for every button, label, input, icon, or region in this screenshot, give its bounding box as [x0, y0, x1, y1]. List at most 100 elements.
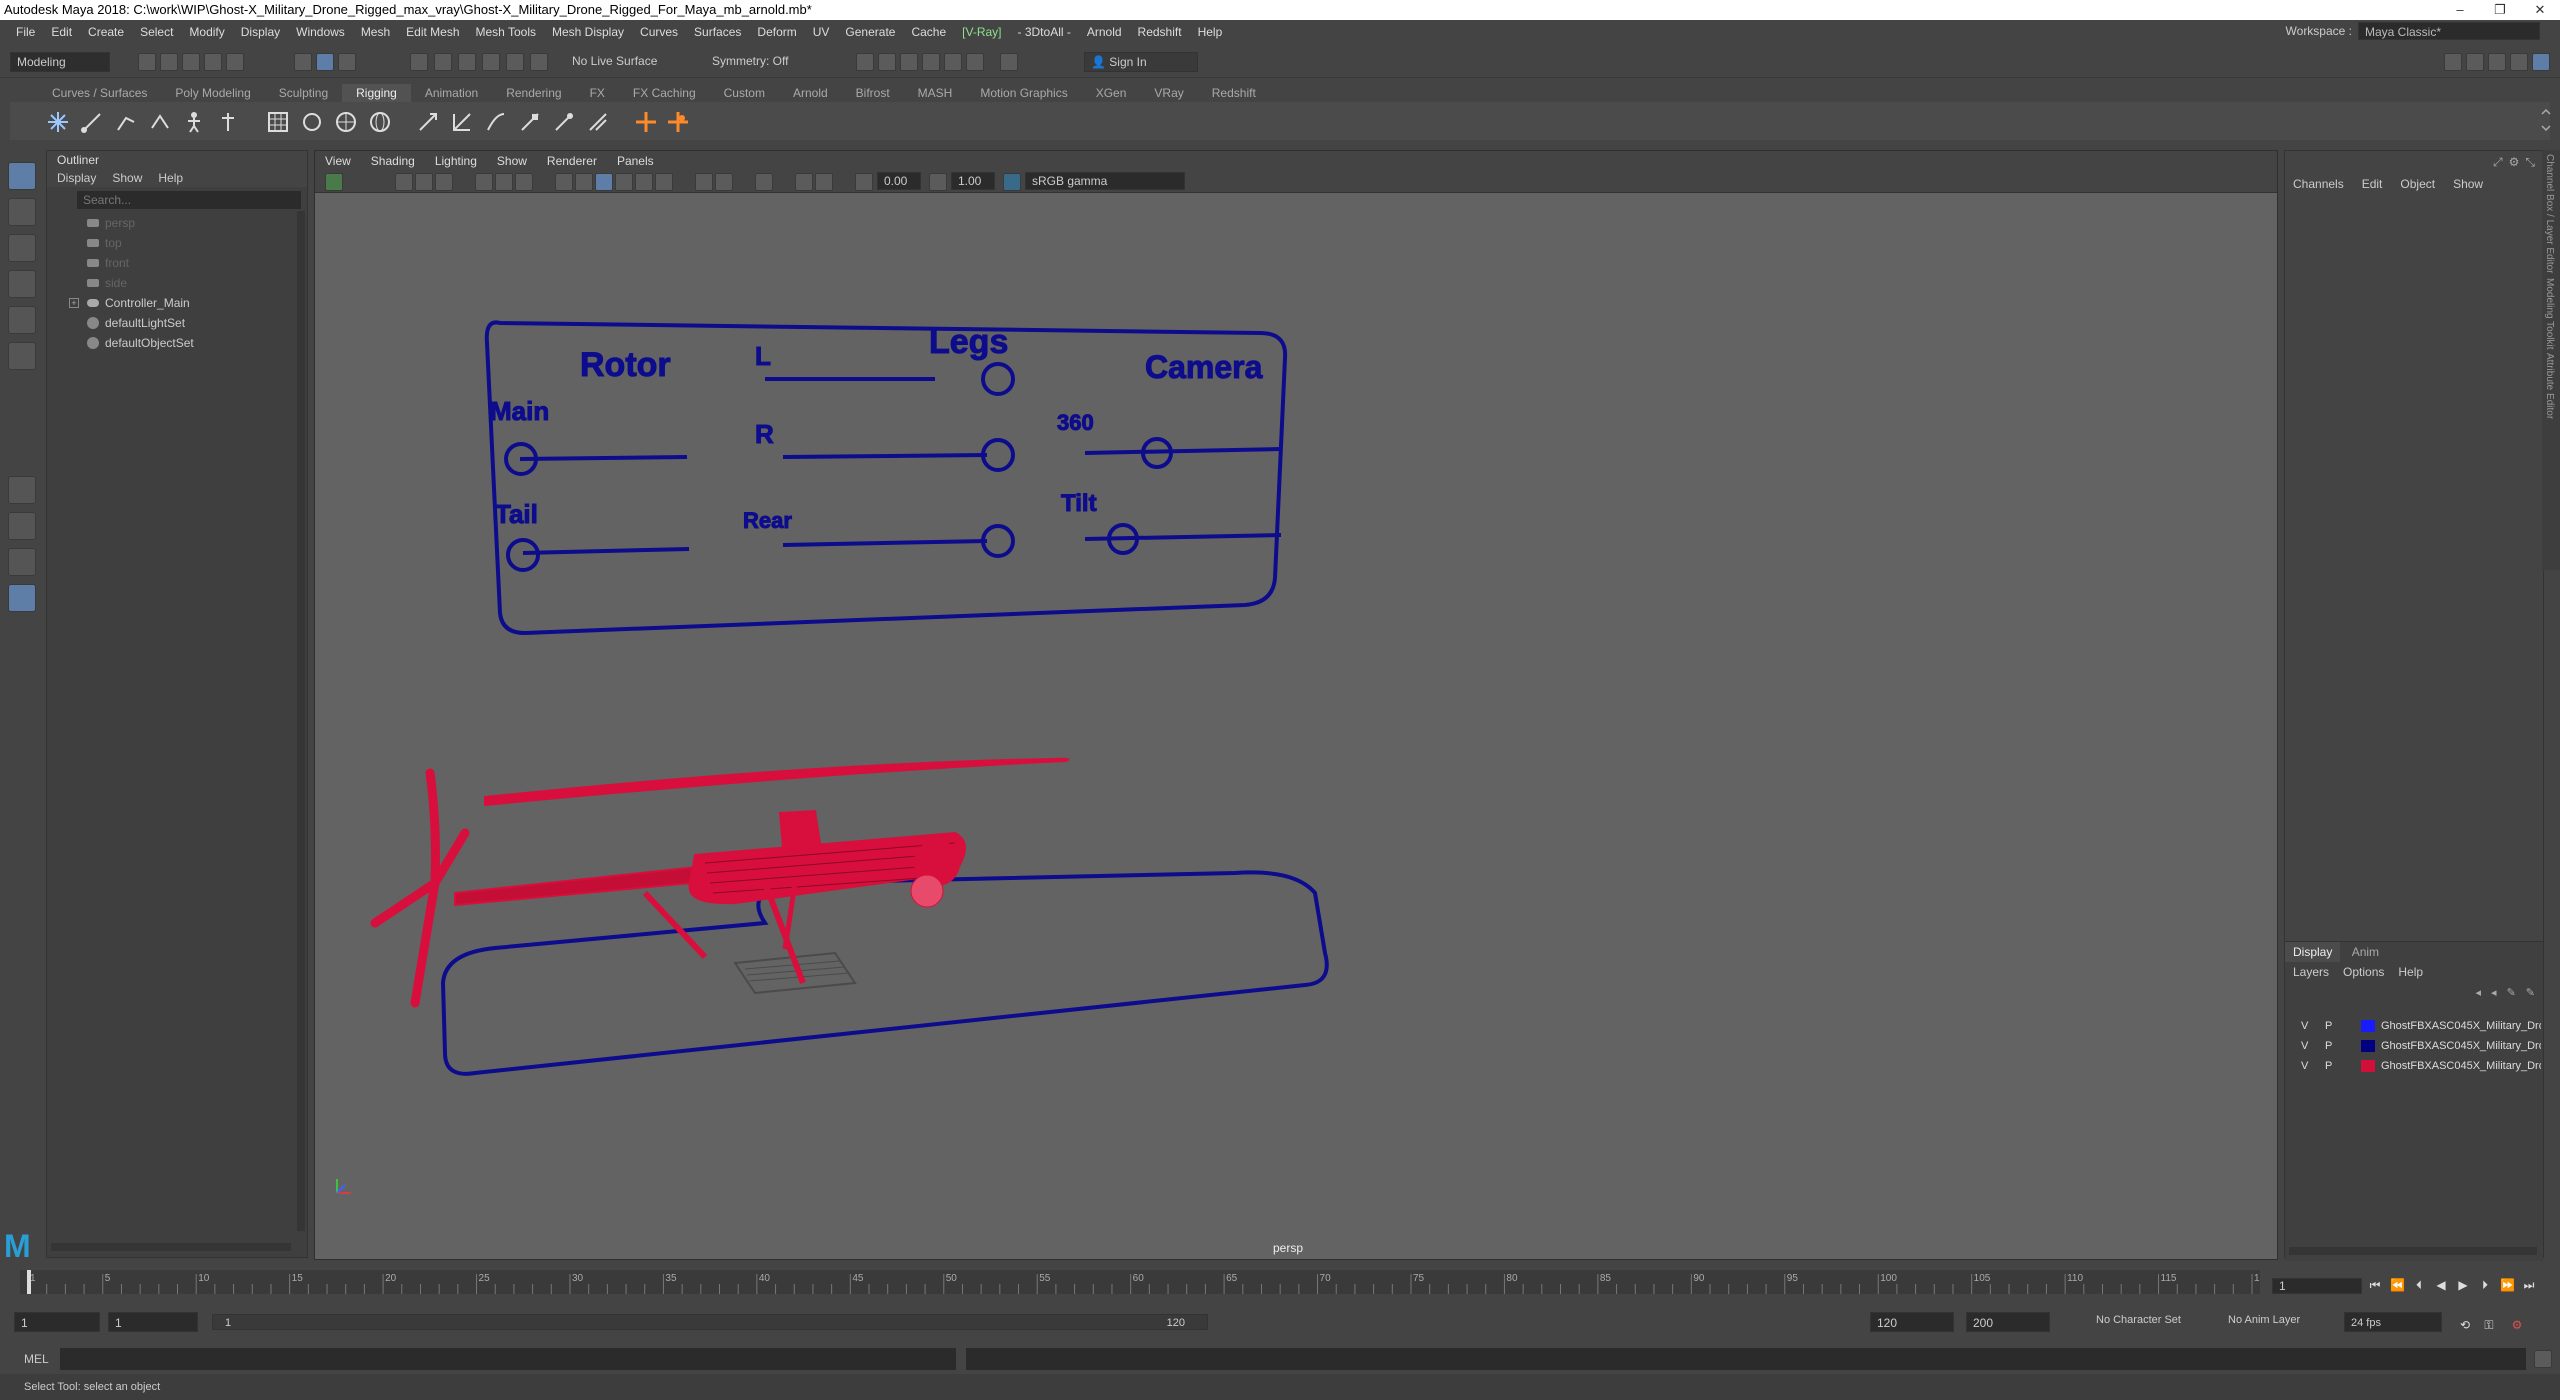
anim-layer-dropdown[interactable]: No Anim Layer — [2228, 1314, 2300, 1326]
menu-uv[interactable]: UV — [805, 25, 838, 39]
move-layer-down-icon[interactable]: ◂ — [2491, 986, 2497, 999]
viewport-menu-view[interactable]: View — [325, 151, 351, 171]
exposure-icon[interactable] — [855, 173, 873, 191]
snap-point-icon[interactable] — [458, 53, 476, 71]
play-forward-icon[interactable]: ▶ — [2456, 1278, 2470, 1292]
select-tool-icon[interactable] — [8, 162, 36, 190]
layer-tab-display[interactable]: Display — [2285, 942, 2341, 962]
cluster-icon[interactable] — [300, 110, 324, 134]
channel-box-mid-icon[interactable]: ⚙ — [2509, 155, 2520, 170]
landing-leg-right[interactable] — [762, 881, 806, 985]
shelf-tab-arnold[interactable]: Arnold — [779, 84, 842, 102]
loop-icon[interactable]: ⟲ — [2458, 1318, 2472, 1332]
shelf-tab-fx-caching[interactable]: FX Caching — [619, 84, 710, 102]
menu-deform[interactable]: Deform — [749, 25, 804, 39]
go-to-end-icon[interactable]: ⏭ — [2522, 1278, 2536, 1292]
menu-modify[interactable]: Modify — [181, 25, 232, 39]
select-camera-icon[interactable] — [325, 173, 343, 191]
menu-cache[interactable]: Cache — [903, 25, 954, 39]
joint-tool-icon[interactable] — [46, 110, 70, 134]
step-forward-frame-icon[interactable]: ⏵ — [2478, 1278, 2492, 1292]
save-scene-icon[interactable] — [182, 53, 200, 71]
menu-mesh-display[interactable]: Mesh Display — [544, 25, 632, 39]
select-hierarchy-icon[interactable] — [294, 53, 312, 71]
command-input[interactable] — [60, 1348, 956, 1370]
channel-box-menu-edit[interactable]: Edit — [2362, 173, 2383, 195]
layer-playback-toggle[interactable]: P — [2325, 1056, 2332, 1076]
render-icon[interactable] — [856, 53, 874, 71]
shelf-tab-xgen[interactable]: XGen — [1082, 84, 1141, 102]
ipr-render-icon[interactable] — [878, 53, 896, 71]
layer-hscrollbar[interactable] — [2289, 1247, 2537, 1255]
menu-windows[interactable]: Windows — [288, 25, 353, 39]
scale-constraint-icon[interactable] — [518, 110, 542, 134]
wrap-icon[interactable] — [334, 110, 358, 134]
shelf-tab-curves-surfaces[interactable]: Curves / Surfaces — [38, 84, 161, 102]
outliner-item-top[interactable]: top — [47, 233, 307, 253]
tail-rotor-slider-handle[interactable] — [506, 538, 540, 572]
new-layer-selected-icon[interactable]: ✎ — [2507, 986, 2516, 999]
layer-color-swatch[interactable] — [2361, 1060, 2375, 1072]
render-settings-icon[interactable] — [900, 53, 918, 71]
shelf-tab-bifrost[interactable]: Bifrost — [842, 84, 904, 102]
viewport-menu-lighting[interactable]: Lighting — [435, 151, 477, 171]
bookmarks-icon[interactable] — [415, 173, 433, 191]
outliner-scrollbar[interactable] — [297, 211, 305, 1231]
layer-playback-toggle[interactable]: P — [2325, 1016, 2332, 1036]
live-surface-field[interactable]: No Live Surface — [566, 52, 676, 72]
move-tool-icon[interactable] — [8, 270, 36, 298]
leg-r-slider-handle[interactable] — [981, 438, 1015, 472]
skeleton-icon[interactable] — [216, 110, 240, 134]
scale-tool-icon[interactable] — [8, 342, 36, 370]
symmetry-dropdown[interactable]: Symmetry: Off — [706, 52, 816, 72]
layer-row[interactable]: V P GhostFBXASC045X_Military_Drone_Helpe… — [2289, 1036, 2541, 1056]
menu-help[interactable]: Help — [1190, 25, 1231, 39]
new-scene-icon[interactable] — [138, 53, 156, 71]
outliner-item-default-light-set[interactable]: defaultLightSet — [47, 313, 307, 333]
channel-box-left-icon[interactable]: ⤢ — [2493, 155, 2503, 170]
shelf-tab-motion-graphics[interactable]: Motion Graphics — [966, 84, 1081, 102]
snap-vertex-icon[interactable] — [530, 53, 548, 71]
landing-leg-left[interactable] — [642, 890, 708, 960]
menu-edit[interactable]: Edit — [43, 25, 80, 39]
open-scene-icon[interactable] — [160, 53, 178, 71]
play-backward-icon[interactable]: ◀ — [2434, 1278, 2448, 1292]
textured-icon[interactable] — [615, 173, 633, 191]
point-constraint-icon[interactable] — [416, 110, 440, 134]
range-slider[interactable]: 1 120 — [212, 1314, 1208, 1330]
main-ground-controller[interactable] — [440, 870, 1329, 1076]
menu-curves[interactable]: Curves — [632, 25, 686, 39]
menu-surfaces[interactable]: Surfaces — [686, 25, 749, 39]
side-tab-attribute-editor[interactable]: Attribute Editor — [2544, 353, 2555, 419]
channel-box-icon[interactable] — [2510, 53, 2528, 71]
lasso-tool-icon[interactable] — [8, 198, 36, 226]
menu-mesh-tools[interactable]: Mesh Tools — [468, 25, 544, 39]
modeling-toolkit-icon[interactable] — [2444, 53, 2462, 71]
shelf-tab-custom[interactable]: Custom — [710, 84, 779, 102]
shelf-tab-animation[interactable]: Animation — [411, 84, 492, 102]
menuset-dropdown[interactable]: Modeling — [10, 52, 110, 72]
maximize-button[interactable]: ❐ — [2480, 0, 2520, 20]
outliner-hscrollbar[interactable] — [51, 1243, 291, 1251]
exposure-field[interactable]: 0.00 — [877, 172, 921, 190]
new-layer-icon[interactable]: ✎ — [2526, 986, 2535, 999]
snap-surface-icon[interactable] — [506, 53, 524, 71]
use-all-lights-icon[interactable] — [635, 173, 653, 191]
motion-blur-icon[interactable] — [715, 173, 733, 191]
layer-row[interactable]: V P GhostFBXASC045X_Military_Drone_Contr… — [2289, 1016, 2541, 1036]
layer-menu-options[interactable]: Options — [2343, 962, 2384, 982]
snap-view-icon[interactable] — [482, 53, 500, 71]
shelf-tab-mash[interactable]: MASH — [904, 84, 967, 102]
pause-icon[interactable] — [1000, 53, 1018, 71]
channel-box-menu-channels[interactable]: Channels — [2293, 173, 2344, 195]
channel-box-right-icon[interactable]: ⤡ — [2525, 155, 2535, 170]
viewport-menu-shading[interactable]: Shading — [371, 151, 415, 171]
locator-icon[interactable] — [634, 110, 658, 134]
snap-curve-icon[interactable] — [434, 53, 452, 71]
single-perspective-layout-icon[interactable] — [8, 476, 36, 504]
command-language-label[interactable]: MEL — [24, 1352, 49, 1366]
layer-visibility-toggle[interactable]: V — [2301, 1036, 2308, 1056]
outliner-menu-help[interactable]: Help — [158, 169, 183, 187]
outliner-item-default-object-set[interactable]: defaultObjectSet — [47, 333, 307, 353]
shelf-tab-sculpting[interactable]: Sculpting — [265, 84, 342, 102]
